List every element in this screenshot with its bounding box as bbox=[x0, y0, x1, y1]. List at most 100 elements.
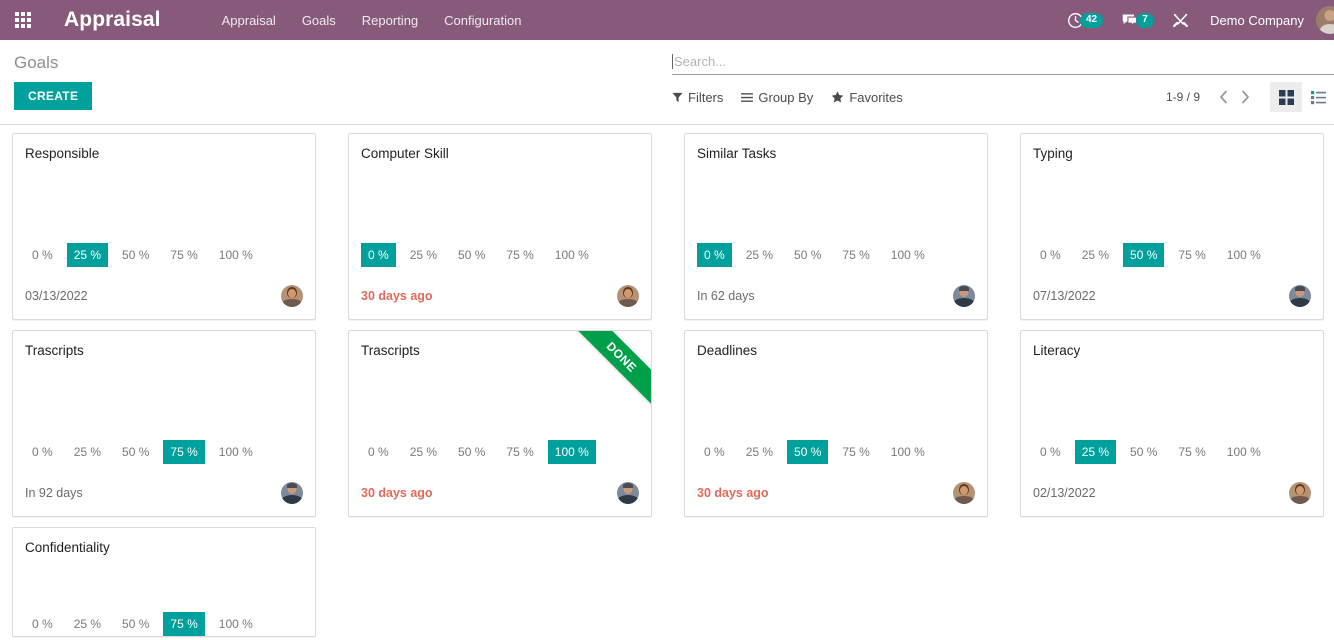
create-button[interactable]: CREATE bbox=[14, 82, 93, 110]
progress-option-50[interactable]: 50 % bbox=[115, 612, 156, 636]
assignee-avatar[interactable] bbox=[953, 482, 975, 504]
kanban-view-button[interactable] bbox=[1270, 82, 1302, 112]
favorites-dropdown[interactable]: Favorites bbox=[831, 89, 903, 105]
progress-option-25[interactable]: 25 % bbox=[403, 440, 444, 464]
activity-menu[interactable]: 42 bbox=[1058, 0, 1112, 40]
search-bar[interactable] bbox=[672, 48, 1334, 75]
avatar-face bbox=[1295, 286, 1305, 291]
progress-option-0[interactable]: 0 % bbox=[1033, 440, 1068, 464]
progress-option-100[interactable]: 100 % bbox=[212, 612, 260, 636]
progress-option-75[interactable]: 75 % bbox=[499, 243, 540, 267]
progress-option-0-selected[interactable]: 0 % bbox=[361, 243, 396, 267]
progress-option-75[interactable]: 75 % bbox=[163, 243, 204, 267]
progress-option-0[interactable]: 0 % bbox=[697, 440, 732, 464]
tools-menu[interactable] bbox=[1163, 0, 1198, 40]
progress-option-50[interactable]: 50 % bbox=[787, 243, 828, 267]
progress-option-75[interactable]: 75 % bbox=[499, 440, 540, 464]
progress-option-25-selected[interactable]: 25 % bbox=[1074, 440, 1117, 464]
progress-option-50[interactable]: 50 % bbox=[451, 243, 492, 267]
progress-option-0[interactable]: 0 % bbox=[25, 440, 60, 464]
progress-option-25-selected[interactable]: 25 % bbox=[66, 243, 109, 267]
filters-dropdown[interactable]: Filters bbox=[672, 90, 723, 105]
progress-option-100[interactable]: 100 % bbox=[212, 243, 260, 267]
progress-option-25[interactable]: 25 % bbox=[1075, 243, 1116, 267]
progress-option-25[interactable]: 25 % bbox=[739, 440, 780, 464]
assignee-avatar[interactable] bbox=[617, 482, 639, 504]
progress-option-25[interactable]: 25 % bbox=[67, 612, 108, 636]
progress-option-50[interactable]: 50 % bbox=[1123, 440, 1164, 464]
progress-option-0[interactable]: 0 % bbox=[361, 440, 396, 464]
favorites-label: Favorites bbox=[849, 89, 903, 105]
assignee-avatar[interactable] bbox=[281, 482, 303, 504]
menu-item-configuration[interactable]: Configuration bbox=[431, 2, 534, 39]
kanban-card[interactable]: Similar Tasks 0 % 25 % 50 % 75 % 100 % In 62 d… bbox=[684, 133, 988, 320]
progress-option-75[interactable]: 75 % bbox=[1171, 243, 1212, 267]
kanban-card-title: Trascripts bbox=[361, 343, 420, 358]
progress-option-50-selected[interactable]: 50 % bbox=[1123, 243, 1165, 267]
filter-icon bbox=[672, 92, 683, 102]
progress-option-50-selected[interactable]: 50 % bbox=[787, 440, 829, 464]
assignee-avatar[interactable] bbox=[1289, 285, 1311, 307]
progress-option-100[interactable]: 100 % bbox=[212, 440, 260, 464]
progress-option-0-selected[interactable]: 0 % bbox=[697, 243, 732, 267]
kanban-card[interactable]: Literacy 0 % 25 % 50 % 75 % 100 % 02/13/2022 bbox=[1020, 330, 1324, 517]
progress-option-75-selected[interactable]: 75 % bbox=[163, 612, 205, 636]
progress-option-100[interactable]: 100 % bbox=[1220, 440, 1268, 464]
kanban-cell: Confidentiality 0 % 25 % 50 % 75 % 100 % bbox=[0, 527, 326, 637]
deadline-text: 02/13/2022 bbox=[1033, 486, 1096, 500]
progress-option-100[interactable]: 100 % bbox=[884, 440, 932, 464]
kanban-card-title: Trascripts bbox=[25, 343, 84, 358]
progress-option-50[interactable]: 50 % bbox=[451, 440, 492, 464]
kanban-card[interactable]: Deadlines 0 % 25 % 50 % 75 % 100 % 30 days ago bbox=[684, 330, 988, 517]
progress-option-50[interactable]: 50 % bbox=[115, 440, 156, 464]
progress-option-0[interactable]: 0 % bbox=[25, 243, 60, 267]
progress-option-25[interactable]: 25 % bbox=[403, 243, 444, 267]
company-switcher[interactable]: Demo Company bbox=[1198, 13, 1316, 28]
assignee-avatar[interactable] bbox=[281, 285, 303, 307]
progress-option-100[interactable]: 100 % bbox=[1220, 243, 1268, 267]
group-by-dropdown[interactable]: Group By bbox=[741, 90, 813, 105]
kanban-card[interactable]: Responsible 0 % 25 % 50 % 75 % 100 % 03/13/202… bbox=[12, 133, 316, 320]
kanban-card[interactable]: Typing 0 % 25 % 50 % 75 % 100 % 07/13/2022 bbox=[1020, 133, 1324, 320]
progress-option-50[interactable]: 50 % bbox=[115, 243, 156, 267]
progress-option-75[interactable]: 75 % bbox=[835, 440, 876, 464]
progress-option-100-selected[interactable]: 100 % bbox=[547, 440, 596, 464]
activity-count-badge: 42 bbox=[1079, 12, 1104, 28]
menu-item-goals[interactable]: Goals bbox=[289, 2, 349, 39]
kanban-card[interactable]: Trascripts DONE 0 % 25 % 50 % 75 % 100 % 30 day… bbox=[348, 330, 652, 517]
pager-previous-button[interactable] bbox=[1212, 84, 1234, 110]
avatar-body bbox=[1290, 496, 1310, 504]
progress-option-25[interactable]: 25 % bbox=[67, 440, 108, 464]
kanban-card-footer: 30 days ago bbox=[349, 464, 651, 516]
apps-grid-icon[interactable] bbox=[0, 0, 46, 40]
kanban-card[interactable]: Confidentiality 0 % 25 % 50 % 75 % 100 % bbox=[12, 527, 316, 637]
menu-item-reporting[interactable]: Reporting bbox=[349, 2, 431, 39]
assignee-avatar[interactable] bbox=[1289, 482, 1311, 504]
apps-grid-glyph bbox=[15, 12, 31, 28]
progress-option-100[interactable]: 100 % bbox=[884, 243, 932, 267]
kanban-card-title: Confidentiality bbox=[25, 540, 110, 555]
search-input[interactable] bbox=[674, 53, 1334, 69]
progress-option-0[interactable]: 0 % bbox=[1033, 243, 1068, 267]
progress-option-100[interactable]: 100 % bbox=[548, 243, 596, 267]
avatar-face bbox=[624, 289, 632, 298]
pager-next-button[interactable] bbox=[1234, 84, 1256, 110]
messaging-menu[interactable]: 7 bbox=[1112, 0, 1163, 40]
user-avatar[interactable] bbox=[1316, 6, 1334, 34]
progress-selector: 0 % 25 % 50 % 75 % 100 % bbox=[13, 612, 315, 636]
brand-title[interactable]: Appraisal bbox=[46, 8, 173, 32]
progress-option-0[interactable]: 0 % bbox=[25, 612, 60, 636]
progress-option-25[interactable]: 25 % bbox=[739, 243, 780, 267]
assignee-avatar[interactable] bbox=[617, 285, 639, 307]
list-view-button[interactable] bbox=[1302, 82, 1334, 112]
kanban-grid: Responsible 0 % 25 % 50 % 75 % 100 % 03/13/202… bbox=[0, 133, 1334, 637]
deadline-text: 07/13/2022 bbox=[1033, 289, 1096, 303]
progress-option-75-selected[interactable]: 75 % bbox=[163, 440, 205, 464]
kanban-card[interactable]: Trascripts 0 % 25 % 50 % 75 % 100 % In 92 days bbox=[12, 330, 316, 517]
assignee-avatar[interactable] bbox=[953, 285, 975, 307]
kanban-card[interactable]: Computer Skill 0 % 25 % 50 % 75 % 100 % 30 day… bbox=[348, 133, 652, 320]
progress-option-75[interactable]: 75 % bbox=[1171, 440, 1212, 464]
kanban-card-footer: In 62 days bbox=[685, 267, 987, 319]
menu-item-appraisal[interactable]: Appraisal bbox=[209, 2, 289, 39]
progress-option-75[interactable]: 75 % bbox=[835, 243, 876, 267]
